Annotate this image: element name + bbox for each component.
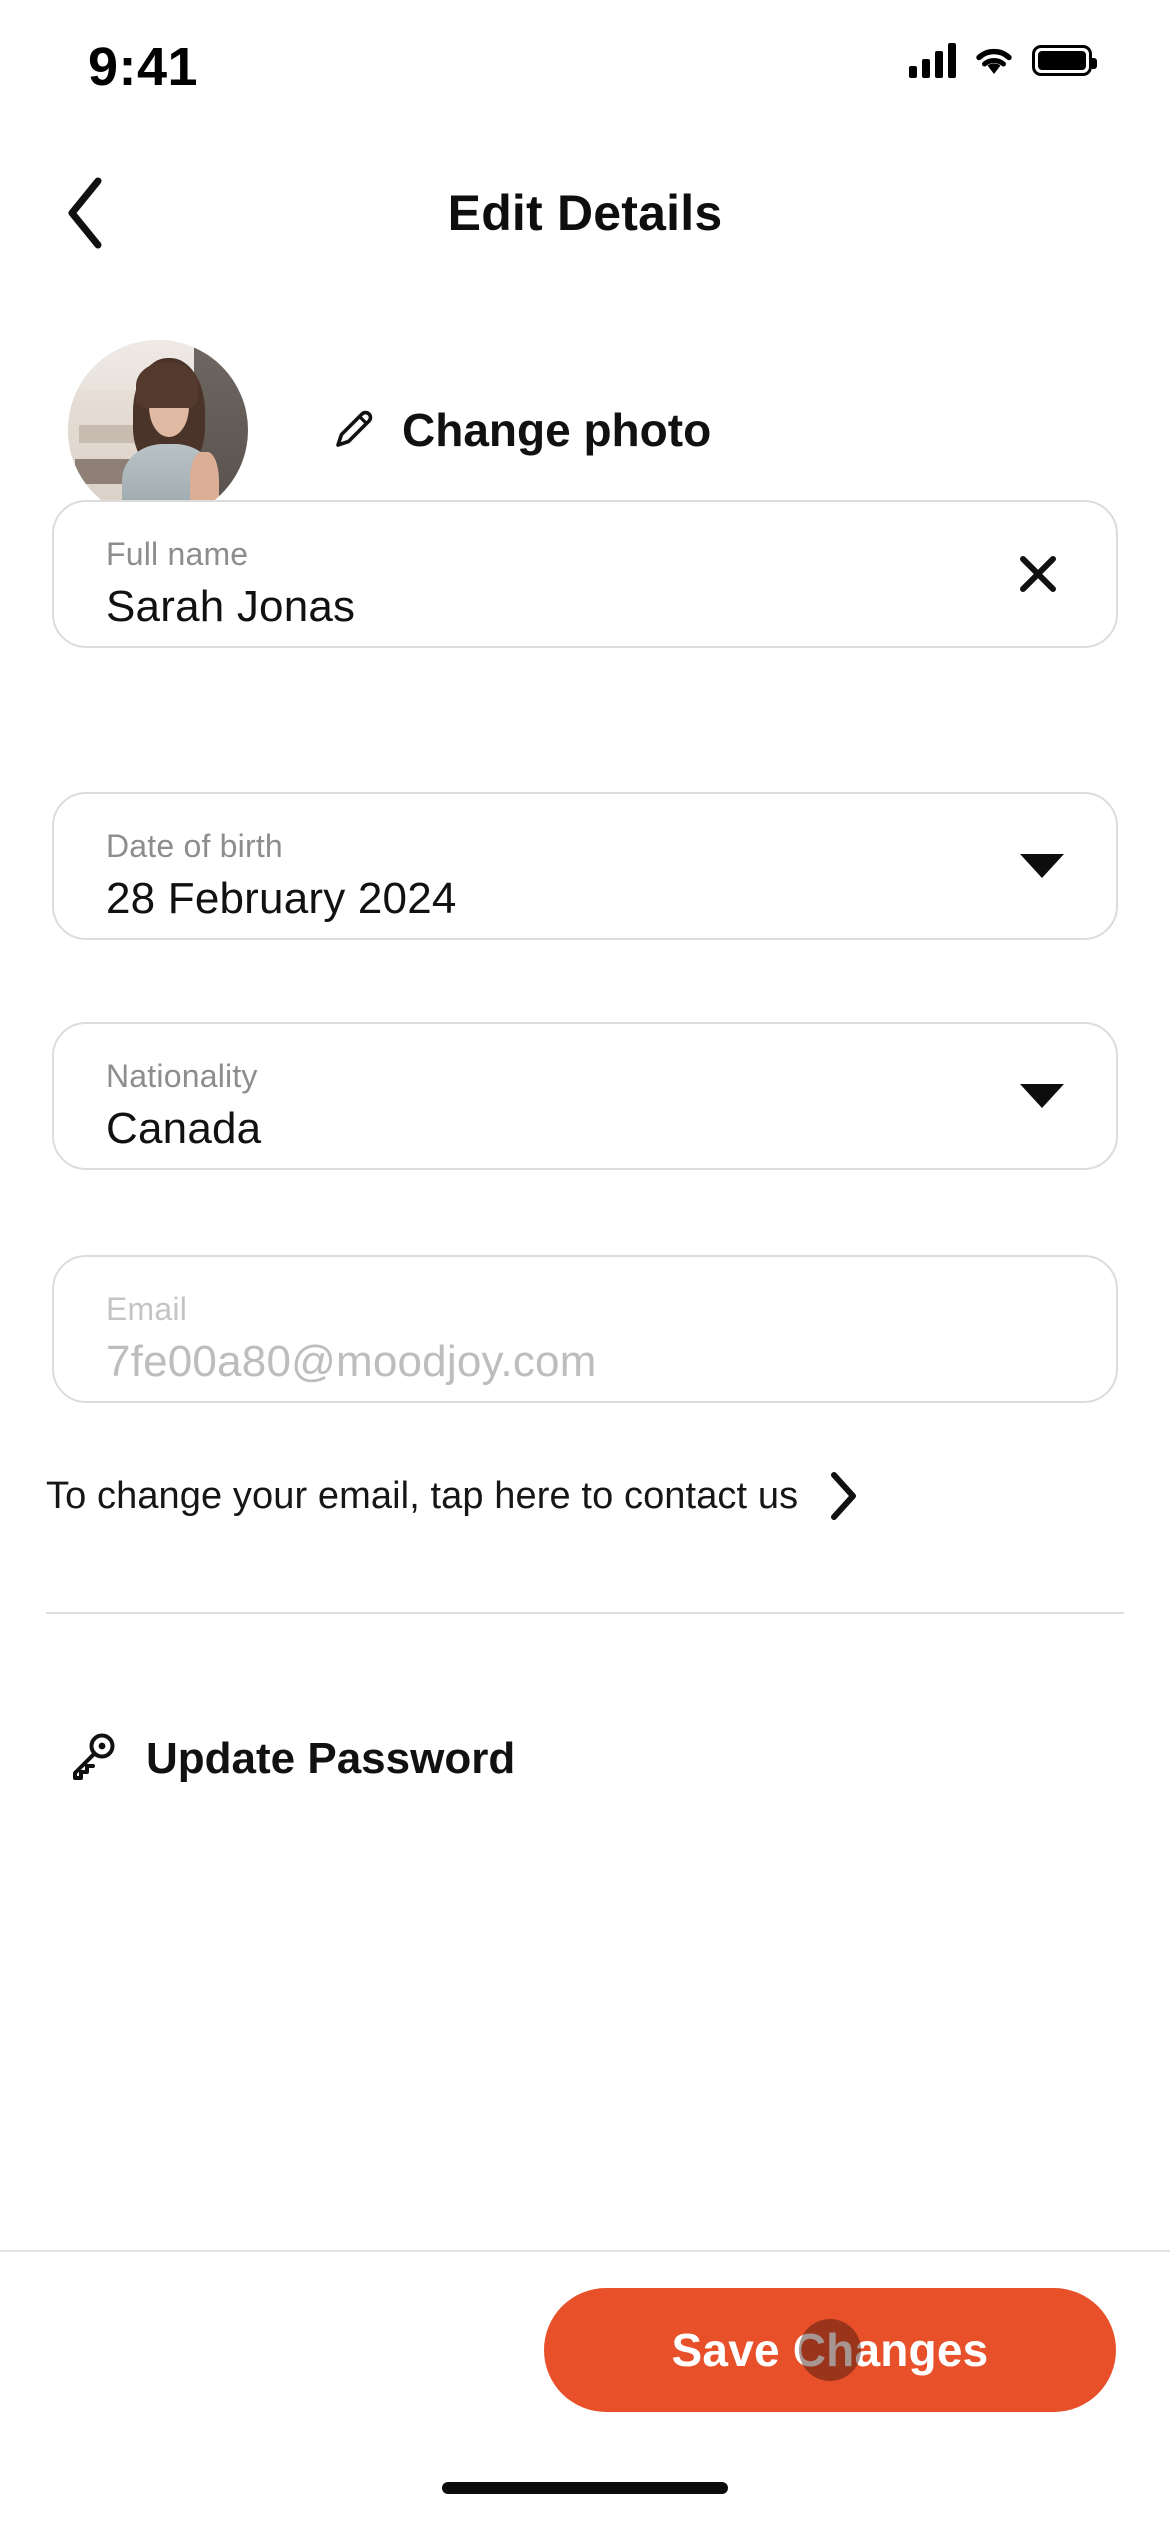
contact-us-link[interactable]: To change your email, tap here to contac… — [46, 1470, 1124, 1522]
field-email: Email 7fe00a80@moodjoy.com — [52, 1255, 1118, 1403]
status-bar-time: 9:41 — [88, 37, 199, 97]
field-value-nationality: Canada — [106, 1104, 262, 1153]
cellular-signal-icon — [909, 42, 956, 78]
key-icon — [68, 1730, 120, 1787]
contact-us-label: To change your email, tap here to contac… — [46, 1474, 799, 1517]
home-indicator-bar — [442, 2482, 728, 2494]
profile-photo-row: Change photo — [68, 340, 711, 520]
page-title: Edit Details — [447, 185, 723, 241]
status-bar-indicators — [909, 42, 1097, 78]
field-value-date-of-birth: 28 February 2024 — [106, 874, 457, 923]
chevron-down-icon[interactable] — [1020, 854, 1064, 878]
wifi-icon — [973, 44, 1015, 76]
touch-point-indicator — [799, 2319, 861, 2381]
navigation-bar: Edit Details — [0, 168, 1170, 278]
field-label-email: Email — [106, 1291, 188, 1327]
field-value-email: 7fe00a80@moodjoy.com — [106, 1337, 597, 1386]
status-bar: 9:41 — [0, 0, 1170, 145]
field-label-date-of-birth: Date of birth — [106, 828, 283, 864]
close-icon[interactable] — [1008, 544, 1068, 604]
bottom-bar-divider — [0, 2250, 1170, 2252]
avatar[interactable] — [68, 340, 248, 520]
battery-full-icon — [1032, 44, 1097, 76]
field-date-of-birth[interactable]: Date of birth 28 February 2024 — [52, 792, 1118, 940]
save-changes-button[interactable]: Save Changes — [544, 2288, 1116, 2412]
update-password-label: Update Password — [146, 1733, 516, 1783]
update-password-button[interactable]: Update Password — [68, 1730, 515, 1787]
screen-root: 9:41 Edit Details Change photo Full name… — [0, 0, 1170, 2532]
pencil-icon — [332, 405, 378, 456]
chevron-right-icon — [826, 1470, 860, 1522]
section-divider — [46, 1612, 1124, 1614]
change-photo-button[interactable]: Change photo — [332, 403, 711, 457]
field-label-nationality: Nationality — [106, 1058, 258, 1094]
field-full-name[interactable]: Full name Sarah Jonas — [52, 500, 1118, 648]
field-value-full-name: Sarah Jonas — [106, 582, 356, 631]
field-label-full-name: Full name — [106, 536, 249, 572]
field-nationality[interactable]: Nationality Canada — [52, 1022, 1118, 1170]
change-photo-label: Change photo — [402, 404, 712, 456]
chevron-down-icon[interactable] — [1020, 1084, 1064, 1108]
